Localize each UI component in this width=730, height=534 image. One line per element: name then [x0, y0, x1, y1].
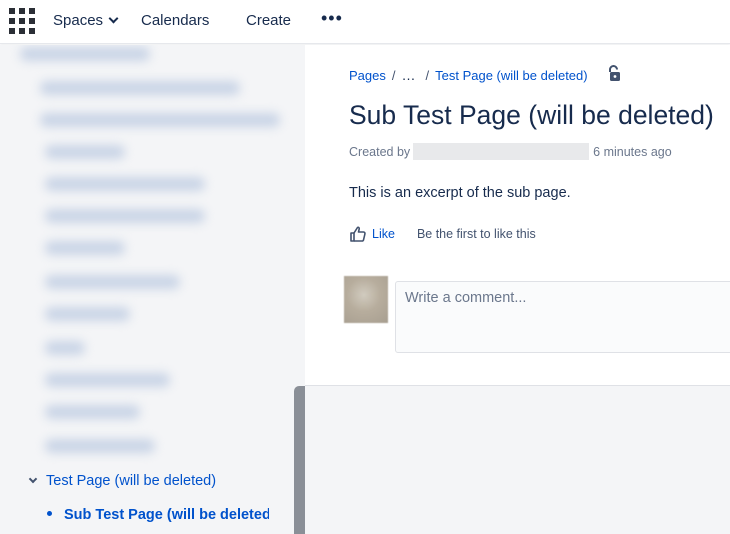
app-switcher-icon[interactable]	[9, 8, 35, 34]
like-hint: Be the first to like this	[416, 227, 536, 241]
breadcrumb-separator: /	[425, 67, 430, 83]
page-excerpt: This is an excerpt of the sub page.	[349, 185, 571, 201]
sidebar: Test Page (will be deleted) Sub Test Pag…	[0, 45, 305, 534]
sidebar-scrollbar[interactable]	[294, 386, 305, 534]
like-label: Like	[372, 227, 395, 241]
like-row: Like Be the first to like this	[349, 225, 536, 243]
thumbs-up-icon	[350, 226, 366, 242]
comment-input[interactable]: Write a comment...	[395, 281, 730, 353]
nav-create-button[interactable]: Create	[246, 12, 291, 29]
tree-item-test-page[interactable]: Test Page (will be deleted)	[28, 473, 217, 489]
comment-placeholder: Write a comment...	[405, 290, 527, 306]
bullet-icon	[47, 511, 52, 516]
like-button[interactable]: Like	[349, 225, 395, 243]
content-footer-area	[305, 385, 730, 534]
chevron-down-icon	[108, 13, 119, 24]
unlock-icon[interactable]	[607, 65, 621, 82]
sidebar-blurred-content	[0, 45, 290, 465]
page-byline: Created by 6 minutes ago	[349, 143, 672, 160]
main-content: Pages / … / Test Page (will be deleted) …	[305, 45, 730, 385]
nav-calendars-link[interactable]: Calendars	[141, 12, 209, 29]
byline-prefix: Created by	[349, 144, 411, 159]
breadcrumb-test-page[interactable]: Test Page (will be deleted)	[435, 68, 587, 83]
tree-item-sub-test-page[interactable]: Sub Test Page (will be deleted)	[47, 507, 269, 523]
tree-item-label: Test Page (will be deleted)	[46, 473, 217, 489]
byline-time: 6 minutes ago	[593, 144, 672, 159]
nav-spaces-button[interactable]: Spaces	[53, 12, 119, 29]
nav-spaces-label: Spaces	[53, 12, 104, 29]
user-avatar	[344, 276, 388, 323]
breadcrumb: Pages / … / Test Page (will be deleted)	[349, 67, 588, 83]
breadcrumb-ellipsis[interactable]: …	[402, 67, 416, 83]
chevron-down-icon[interactable]	[28, 474, 38, 484]
breadcrumb-separator: /	[391, 67, 396, 83]
tree-item-label: Sub Test Page (will be deleted)	[64, 507, 269, 523]
breadcrumb-pages[interactable]: Pages	[349, 68, 386, 83]
redacted-author	[413, 143, 590, 160]
page-title: Sub Test Page (will be deleted)	[349, 100, 714, 130]
more-icon[interactable]: •••	[321, 8, 343, 29]
top-navigation: Spaces Calendars Create •••	[0, 0, 730, 44]
